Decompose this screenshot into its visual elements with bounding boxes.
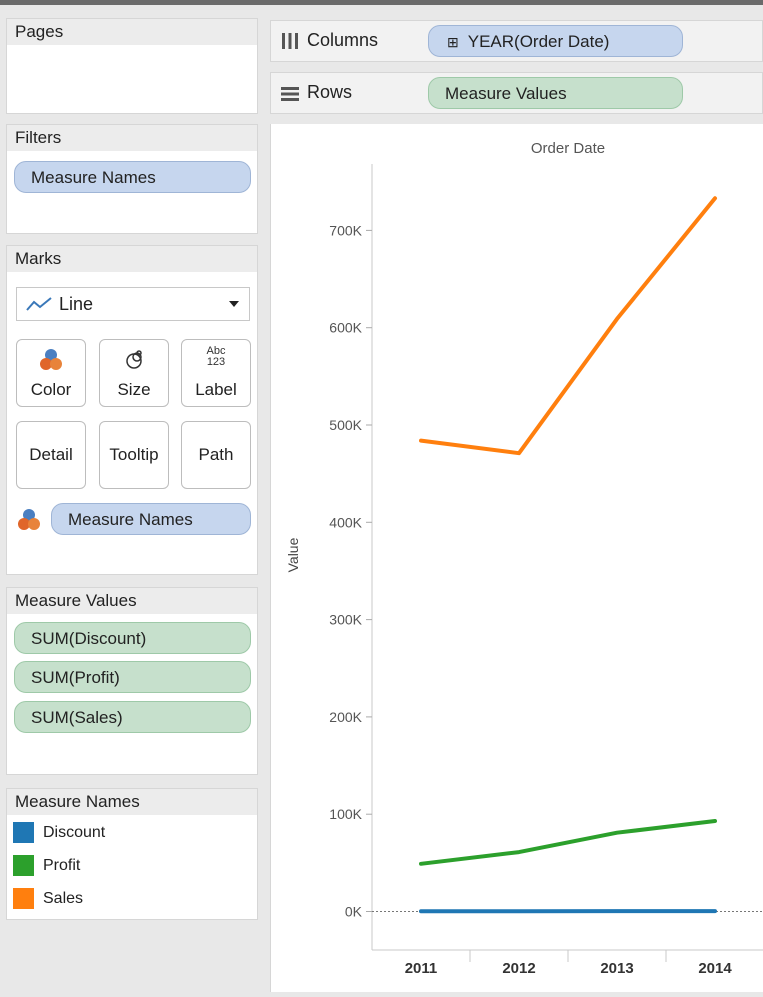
marks-label-button[interactable]: Abc 123 Label [181, 339, 251, 407]
series-line-profit [421, 821, 715, 864]
data-point-sales [616, 317, 619, 320]
y-tick-label: 600K [329, 320, 362, 336]
x-tick-label: 2012 [502, 960, 535, 977]
marks-color-button[interactable]: Color [16, 339, 86, 407]
marks-label-label: Label [182, 380, 250, 400]
x-tick-label: 2011 [405, 960, 438, 977]
legend-item-discount[interactable]: Discount [13, 821, 105, 845]
rows-icon [280, 86, 300, 102]
columns-icon [280, 32, 300, 50]
marks-size-button[interactable]: Size [99, 339, 169, 407]
line-mark-icon [25, 295, 53, 313]
rows-shelf[interactable]: Rows Measure Values [270, 72, 763, 114]
legend-item-profit[interactable]: Profit [13, 854, 80, 878]
color-icon [39, 348, 63, 372]
marks-detail-label: Detail [17, 445, 85, 465]
data-point-profit [420, 862, 423, 865]
year-order-date-label: YEAR(Order Date) [468, 32, 610, 51]
measure-values-card: Measure Values SUM(Discount) SUM(Profit)… [6, 587, 258, 775]
columns-shelf-label: Columns [307, 30, 378, 51]
legend-title: Measure Names [7, 789, 257, 815]
marks-path-label: Path [182, 445, 250, 465]
size-icon [123, 347, 147, 371]
filter-pill-measure-names[interactable]: Measure Names [14, 161, 251, 193]
x-tick-label: 2013 [600, 960, 633, 977]
rows-shelf-label: Rows [307, 82, 352, 103]
data-point-sales [518, 452, 521, 455]
data-point-discount [616, 910, 619, 913]
x-tick-label: 2014 [698, 960, 732, 977]
legend-label-discount: Discount [43, 824, 105, 841]
pill-sum-profit[interactable]: SUM(Profit) [14, 661, 251, 693]
pages-card: Pages [6, 18, 258, 114]
legend-label-profit: Profit [43, 857, 80, 874]
data-point-discount [714, 910, 717, 913]
pages-title: Pages [7, 19, 257, 45]
marks-size-label: Size [100, 380, 168, 400]
top-border [0, 0, 763, 5]
chart-area: 0K 100K 200K 300K 400K 500K 600K 700K 2011 2012 2… [270, 124, 763, 992]
marks-color-label: Color [17, 380, 85, 400]
series-line-sales [421, 198, 715, 453]
filters-card: Filters Measure Names [6, 124, 258, 234]
expand-icon[interactable]: ⊞ [447, 34, 459, 50]
color-measure-names-pill[interactable]: Measure Names [51, 503, 251, 535]
filters-title: Filters [7, 125, 257, 151]
mark-type-dropdown[interactable]: Line [16, 287, 250, 321]
line-chart: 0K 100K 200K 300K 400K 500K 600K 700K 2011 2012 2… [271, 124, 763, 992]
legend-swatch-discount [13, 822, 34, 843]
y-tick-label: 100K [329, 806, 362, 822]
legend-swatch-profit [13, 855, 34, 876]
pill-sum-sales[interactable]: SUM(Sales) [14, 701, 251, 733]
marks-tooltip-label: Tooltip [100, 445, 168, 465]
pill-sum-discount[interactable]: SUM(Discount) [14, 622, 251, 654]
num-text: 123 [182, 357, 250, 368]
y-tick-label: 700K [329, 222, 362, 238]
y-tick-label: 300K [329, 612, 362, 628]
y-tick-label: 0K [345, 904, 363, 920]
measure-names-legend: Measure Names Discount Profit Sales [6, 788, 258, 920]
marks-detail-button[interactable]: Detail [16, 421, 86, 489]
columns-shelf[interactable]: Columns ⊞ YEAR(Order Date) [270, 20, 763, 62]
y-tick-label: 500K [329, 417, 362, 433]
marks-title: Marks [7, 246, 257, 272]
data-point-profit [518, 851, 521, 854]
data-point-discount [420, 910, 423, 913]
marks-path-button[interactable]: Path [181, 421, 251, 489]
data-point-sales [714, 197, 717, 200]
data-point-profit [616, 831, 619, 834]
legend-item-sales[interactable]: Sales [13, 887, 83, 911]
abc-123-icon: Abc 123 [182, 346, 250, 368]
y-tick-label: 400K [329, 514, 362, 530]
y-axis-title: Value [285, 537, 301, 572]
color-encoding-icon [17, 508, 41, 532]
mark-type-label: Line [59, 294, 93, 315]
measure-values-pill[interactable]: Measure Values [428, 77, 683, 109]
legend-label-sales: Sales [43, 890, 83, 907]
marks-tooltip-button[interactable]: Tooltip [99, 421, 169, 489]
y-tick-label: 200K [329, 709, 362, 725]
chart-title: Order Date [531, 140, 605, 157]
measure-values-pill-label: Measure Values [445, 84, 567, 103]
measure-values-title: Measure Values [7, 588, 257, 614]
data-point-discount [518, 910, 521, 913]
chevron-down-icon [229, 301, 239, 307]
year-order-date-pill[interactable]: ⊞ YEAR(Order Date) [428, 25, 683, 57]
data-point-profit [714, 820, 717, 823]
data-point-sales [420, 439, 423, 442]
marks-card: Marks Line Color Size Abc 123 Label [6, 245, 258, 575]
legend-swatch-sales [13, 888, 34, 909]
